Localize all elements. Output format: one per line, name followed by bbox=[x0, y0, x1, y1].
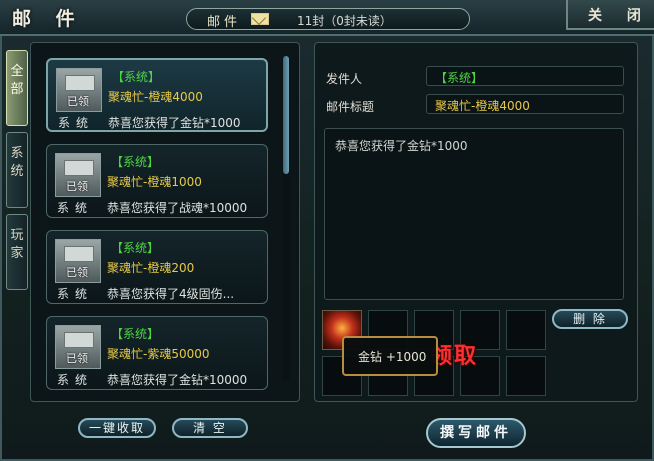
sender-value: 【系统】 bbox=[435, 71, 484, 85]
compose-button[interactable]: 撰写邮件 bbox=[426, 418, 526, 448]
sender-label: 发件人 bbox=[326, 72, 363, 86]
scrollbar-thumb[interactable] bbox=[283, 56, 289, 174]
mail-subject: 聚魂忙-紫魂50000 bbox=[107, 347, 210, 361]
mail-preview: 恭喜您获得了金钻*1000 bbox=[108, 116, 241, 130]
window-title: 邮 件 bbox=[12, 8, 84, 30]
mail-category: 系统 bbox=[57, 373, 94, 387]
mail-item[interactable]: 已领 【系统】 聚魂忙-橙魂4000 系统 恭喜您获得了金钻*1000 bbox=[46, 58, 268, 132]
mail-sender: 【系统】 bbox=[111, 241, 160, 255]
subject-label: 邮件标题 bbox=[326, 100, 375, 114]
close-button[interactable]: 关 闭 bbox=[566, 0, 654, 30]
subject-field: 聚魂忙-橙魂4000 bbox=[426, 94, 624, 114]
reward-slot[interactable] bbox=[506, 356, 546, 396]
tab-all[interactable]: 全部 bbox=[6, 50, 28, 126]
mail-envelope-icon: 已领 bbox=[55, 239, 101, 283]
tab-player[interactable]: 玩家 bbox=[6, 214, 28, 290]
mail-sender: 【系统】 bbox=[112, 70, 161, 84]
mail-preview: 恭喜您获得了战魂*10000 bbox=[107, 201, 248, 215]
mail-subject: 聚魂忙-橙魂1000 bbox=[107, 175, 202, 189]
claimed-stamp: 已领 bbox=[66, 352, 88, 365]
mail-list-scrollbar[interactable] bbox=[282, 56, 290, 380]
mail-count: 11封（0封未读） bbox=[297, 14, 392, 28]
title-bar: 邮 件 邮件 11封（0封未读） 关 闭 bbox=[0, 0, 654, 36]
mail-item[interactable]: 已领 【系统】 聚魂忙-橙魂200 系统 恭喜您获得了4级固伤... bbox=[46, 230, 268, 304]
tab-system[interactable]: 系统 bbox=[6, 132, 28, 208]
tab-system-label: 系统 bbox=[10, 146, 24, 179]
subject-value: 聚魂忙-橙魂4000 bbox=[435, 99, 530, 113]
envelope-icon bbox=[251, 13, 269, 25]
mail-envelope-icon: 已领 bbox=[55, 153, 101, 197]
tab-player-label: 玩家 bbox=[10, 228, 24, 261]
mail-category: 系统 bbox=[58, 116, 95, 130]
counter-label: 邮件 bbox=[207, 15, 242, 30]
mail-subject: 聚魂忙-橙魂4000 bbox=[108, 90, 203, 104]
mail-subject: 聚魂忙-橙魂200 bbox=[107, 261, 195, 275]
sender-field: 【系统】 bbox=[426, 66, 624, 86]
reward-slot[interactable] bbox=[506, 310, 546, 350]
mail-envelope-icon: 已领 bbox=[56, 68, 102, 112]
mail-sender: 【系统】 bbox=[111, 327, 160, 341]
claimed-stamp: 已领 bbox=[66, 180, 88, 193]
mail-item[interactable]: 已领 【系统】 聚魂忙-紫魂50000 系统 恭喜您获得了金钻*10000 bbox=[46, 316, 268, 390]
tooltip-text: 金钻 +1000 bbox=[358, 350, 427, 364]
mail-counter: 邮件 11封（0封未读） bbox=[186, 8, 470, 30]
mail-body-text: 恭喜您获得了金钻*1000 bbox=[335, 139, 468, 153]
tab-all-label: 全部 bbox=[10, 64, 24, 97]
delete-button[interactable]: 删 除 bbox=[552, 309, 628, 329]
close-label: 关 闭 bbox=[588, 8, 651, 24]
claimed-stamp: 已领 bbox=[67, 95, 89, 108]
clear-button[interactable]: 清 空 bbox=[172, 418, 248, 438]
mail-item[interactable]: 已领 【系统】 聚魂忙-橙魂1000 系统 恭喜您获得了战魂*10000 bbox=[46, 144, 268, 218]
mail-envelope-icon: 已领 bbox=[55, 325, 101, 369]
mail-category: 系统 bbox=[57, 201, 94, 215]
claimed-stamp: 已领 bbox=[66, 266, 88, 279]
mail-category: 系统 bbox=[57, 287, 94, 301]
mail-body: 恭喜您获得了金钻*1000 bbox=[324, 128, 624, 300]
mail-preview: 恭喜您获得了4级固伤... bbox=[107, 287, 235, 301]
mail-preview: 恭喜您获得了金钻*10000 bbox=[107, 373, 248, 387]
item-tooltip: 金钻 +1000 bbox=[342, 336, 438, 376]
mail-sender: 【系统】 bbox=[111, 155, 160, 169]
claim-all-button[interactable]: 一键收取 bbox=[78, 418, 156, 438]
